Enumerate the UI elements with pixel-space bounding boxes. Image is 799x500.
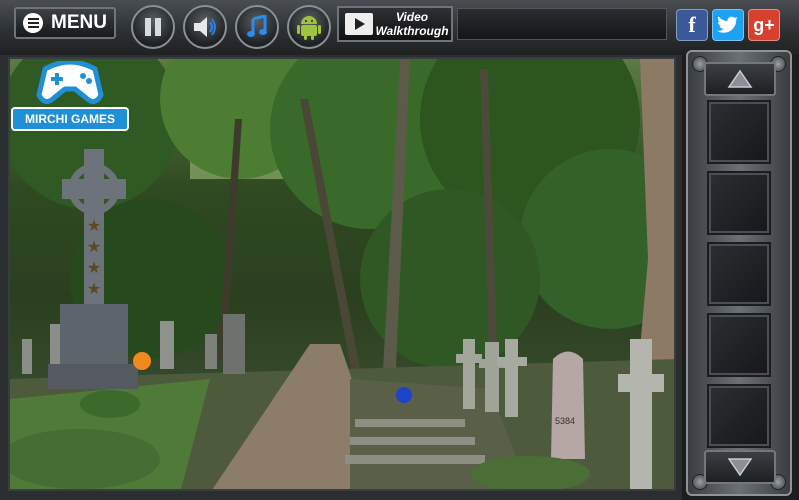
menu-icon xyxy=(23,13,44,33)
facebook-button[interactable]: f xyxy=(676,9,708,41)
googleplus-button[interactable]: g+ xyxy=(748,9,780,41)
blue-ball-item[interactable] xyxy=(396,387,412,403)
inventory-slot[interactable] xyxy=(707,100,771,164)
video-icon xyxy=(345,13,373,35)
logo-text: MIRCHI GAMES xyxy=(11,107,129,131)
message-box xyxy=(457,8,667,40)
svg-text:★: ★ xyxy=(87,258,101,277)
video-label-line2: Walkthrough xyxy=(375,24,449,38)
sound-icon xyxy=(194,17,216,37)
svg-text:★: ★ xyxy=(87,216,101,235)
svg-text:★: ★ xyxy=(87,279,101,298)
googleplus-icon: g+ xyxy=(753,14,775,35)
gamepad-icon xyxy=(36,61,104,104)
twitter-icon xyxy=(717,16,738,33)
inventory-slot[interactable] xyxy=(707,313,771,377)
sound-button[interactable] xyxy=(183,5,227,49)
mirchi-games-logo: MIRCHI GAMES xyxy=(11,61,129,133)
inventory-slot[interactable] xyxy=(707,384,771,448)
video-walkthrough-label: Video Walkthrough xyxy=(373,10,451,38)
menu-label: MENU xyxy=(51,12,107,33)
svg-text:★: ★ xyxy=(87,237,101,256)
up-arrow-icon xyxy=(727,69,753,88)
inventory-panel xyxy=(686,50,792,496)
down-arrow-icon xyxy=(727,458,753,477)
pause-button[interactable] xyxy=(131,5,175,49)
music-button[interactable] xyxy=(235,5,279,49)
top-toolbar: MENU Video Walkthrough f g+ xyxy=(0,0,799,55)
inventory-slot[interactable] xyxy=(707,242,771,306)
inventory-up-button[interactable] xyxy=(704,62,776,96)
music-icon xyxy=(247,15,267,37)
orange-ball-item[interactable] xyxy=(133,352,151,370)
twitter-button[interactable] xyxy=(712,9,744,41)
video-label-line1: Video xyxy=(395,10,429,24)
pause-icon xyxy=(145,18,161,36)
inventory-slot[interactable] xyxy=(707,171,771,235)
inventory-down-button[interactable] xyxy=(704,450,776,484)
video-walkthrough-button[interactable]: Video Walkthrough xyxy=(337,6,453,42)
game-scene: ★ ★ ★ ★ 5384 MIRCHI GAMES xyxy=(8,57,676,491)
facebook-icon: f xyxy=(688,12,696,37)
menu-button[interactable]: MENU xyxy=(14,7,116,39)
headstone-number: 5384 xyxy=(555,416,576,426)
android-button[interactable] xyxy=(287,5,331,49)
android-icon xyxy=(297,16,321,40)
